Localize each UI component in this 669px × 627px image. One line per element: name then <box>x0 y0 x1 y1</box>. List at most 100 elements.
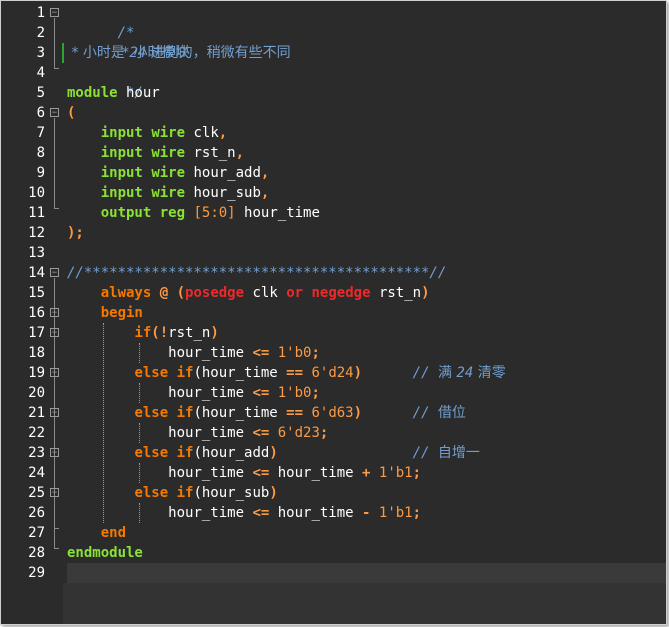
fold-guide <box>54 118 55 208</box>
code-line: hour_time <= hour_time + 1'b1; <box>67 463 421 483</box>
comment: 自增一 <box>437 445 480 461</box>
punctuation: ; <box>412 505 422 521</box>
identifier: (hour_time <box>193 405 278 421</box>
line-number: 24 <box>28 465 45 481</box>
line-number: 14 <box>28 265 45 281</box>
punctuation: ) <box>353 405 363 421</box>
identifier: rst_n <box>370 285 422 301</box>
change-marker <box>62 43 64 63</box>
keyword: or <box>286 285 304 301</box>
fold-collapse-icon[interactable]: − <box>50 8 59 18</box>
punctuation: , <box>235 145 245 161</box>
identifier: hour_time <box>277 505 354 521</box>
line-number: 22 <box>28 425 45 441</box>
comment: //**************************************… <box>67 265 447 281</box>
code-area[interactable]: /* * 小时模块 * 小时是 24 进制的，稍微有些不同 */ module … <box>67 1 666 593</box>
punctuation: (! <box>151 325 169 341</box>
keyword: reg <box>159 205 186 221</box>
fold-collapse-icon[interactable]: − <box>50 108 59 118</box>
line-number: 29 <box>28 565 45 581</box>
line-number: 5 <box>36 85 45 101</box>
code-line: //**************************************… <box>67 263 446 283</box>
code-line: hour_time <= hour_time - 1'b1; <box>67 503 421 523</box>
code-line: module hour <box>67 83 160 103</box>
punctuation: ; <box>319 425 329 441</box>
line-number: 2 <box>36 25 45 41</box>
fold-collapse-icon[interactable]: − <box>50 488 59 498</box>
keyword: else if <box>134 445 194 461</box>
number: 1'b1 <box>378 465 413 481</box>
operator: <= <box>244 385 278 401</box>
number: 1'b0 <box>277 345 312 361</box>
fold-collapse-icon[interactable]: − <box>50 368 59 378</box>
keyword: else if <box>134 485 194 501</box>
line-number: 17 <box>28 325 45 341</box>
identifier: hour_time <box>168 425 245 441</box>
punctuation: ) <box>269 485 278 501</box>
punctuation: , <box>218 125 228 141</box>
identifier: rst_n <box>168 325 211 341</box>
identifier: (hour_add <box>193 445 270 461</box>
punctuation: , <box>260 165 270 181</box>
identifier: hour_time <box>168 465 245 481</box>
comment: 进制的，稍微有些不同 <box>146 45 291 61</box>
keyword: module <box>67 85 118 101</box>
fold-collapse-icon[interactable]: − <box>50 448 59 458</box>
identifier: hour_time <box>168 385 245 401</box>
code-line: */ <box>67 63 143 101</box>
code-line: endmodule <box>67 543 143 563</box>
line-number: 15 <box>28 285 45 301</box>
keyword: endmodule <box>67 545 143 561</box>
comment: 清零 <box>473 365 506 381</box>
number: 6'd63 <box>311 405 354 421</box>
operator: == <box>277 365 312 381</box>
fold-collapse-icon[interactable]: − <box>50 408 59 418</box>
identifier: hour <box>117 85 160 101</box>
keyword: output <box>100 205 152 221</box>
code-line: else if(hour_time == 6'd63) // 借位 <box>67 403 466 423</box>
punctuation: ( <box>67 105 76 121</box>
line-number: 11 <box>28 205 45 221</box>
identifier: hour_add <box>185 165 261 181</box>
keyword: wire <box>151 125 186 141</box>
keyword: wire <box>151 145 186 161</box>
keyword: input <box>100 125 143 141</box>
code-line: * 小时是 24 进制的，稍微有些不同 <box>67 43 291 63</box>
punctuation: ) <box>210 325 219 341</box>
fold-collapse-icon[interactable]: − <box>50 308 59 318</box>
operator: == <box>277 405 312 421</box>
number: 1'b1 <box>378 505 413 521</box>
keyword: input <box>100 145 143 161</box>
line-number: 12 <box>28 225 45 241</box>
fold-guide <box>54 18 55 68</box>
identifier: hour_sub <box>185 185 261 201</box>
code-line: else if(hour_time == 6'd24) // 满 24 清零 <box>67 363 506 383</box>
operator: <= <box>244 425 278 441</box>
identifier: clk <box>185 125 219 141</box>
keyword: else if <box>134 405 194 421</box>
line-number: 4 <box>36 65 45 81</box>
operator: <= <box>244 465 278 481</box>
comment: // <box>412 445 438 461</box>
punctuation: ; <box>311 345 320 361</box>
fold-collapse-icon[interactable]: − <box>50 328 59 338</box>
keyword: wire <box>151 165 186 181</box>
line-number: 28 <box>28 545 45 561</box>
keyword: wire <box>151 185 186 201</box>
code-line: ( <box>67 103 75 123</box>
punctuation: @ <box>159 285 169 301</box>
code-line: hour_time <= 1'b0; <box>67 383 320 403</box>
line-number: 10 <box>28 185 45 201</box>
line-number: 7 <box>36 125 45 141</box>
punctuation: ) <box>353 365 363 381</box>
fold-collapse-icon[interactable]: − <box>50 268 59 278</box>
operator: - <box>353 505 379 521</box>
identifier: rst_n <box>185 145 236 161</box>
code-line: /* <box>67 3 135 41</box>
identifier: (hour_sub <box>193 485 270 501</box>
code-line: input wire clk, <box>67 123 227 143</box>
fold-end-tick <box>54 208 59 209</box>
line-number: 9 <box>36 165 45 181</box>
identifier: hour_time <box>168 345 245 361</box>
code-editor-window: 1 2 3 4 5 6 7 8 9 10 11 12 13 14 15 16 1… <box>0 0 667 625</box>
